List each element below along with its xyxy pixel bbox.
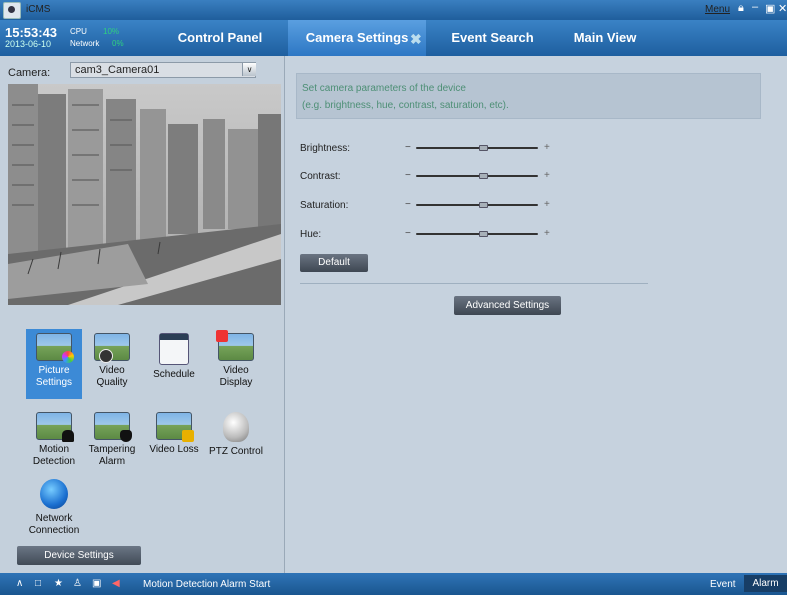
picture-settings-button[interactable]: Picture Settings	[26, 329, 82, 399]
network-value: 0%	[112, 39, 124, 48]
network-connection-label: Network Connection	[28, 513, 80, 536]
network-connection-button[interactable]: Network Connection	[26, 475, 82, 537]
slider-track[interactable]	[416, 204, 538, 206]
network-label: Network	[70, 39, 100, 48]
slider-plus-button[interactable]: +	[544, 142, 550, 153]
alarm-button[interactable]: Alarm	[744, 575, 787, 592]
speaker-icon[interactable]: ◀	[112, 578, 120, 589]
slider-plus-button[interactable]: +	[544, 228, 550, 239]
divider	[300, 283, 648, 284]
chevron-down-icon[interactable]: ∨	[242, 63, 256, 76]
video-quality-button[interactable]: Video Quality	[84, 329, 140, 389]
ptz-control-label: PTZ Control	[209, 446, 263, 457]
slider-label: Saturation:	[300, 200, 349, 211]
slider-label: Contrast:	[300, 171, 341, 182]
video-display-icon	[216, 330, 254, 361]
slider-track[interactable]	[416, 147, 538, 149]
tampering-alarm-button[interactable]: Tampering Alarm	[84, 408, 140, 468]
ptz-control-button[interactable]: PTZ Control	[208, 408, 264, 458]
title-bar	[0, 0, 787, 20]
camera-label: Camera:	[8, 67, 51, 79]
slider-thumb[interactable]	[479, 145, 488, 151]
restore-icon[interactable]: ▣	[765, 2, 775, 15]
slider-minus-button[interactable]: −	[405, 199, 411, 210]
close-icon[interactable]: ✕	[778, 2, 787, 15]
lock-icon[interactable]: 🔒︎	[738, 2, 744, 15]
slider-track[interactable]	[416, 233, 538, 235]
app-logo-icon	[3, 2, 21, 19]
pin-icon[interactable]: ★	[54, 578, 63, 589]
monitor-icon[interactable]: □	[35, 578, 41, 589]
camera-select[interactable]: cam3_Camera01	[70, 62, 256, 78]
status-message: Motion Detection Alarm Start	[143, 579, 271, 590]
menu-link[interactable]: Menu	[705, 4, 730, 15]
slider-minus-button[interactable]: −	[405, 142, 411, 153]
tampering-alarm-label: Tampering Alarm	[88, 444, 136, 467]
slider-thumb[interactable]	[479, 202, 488, 208]
video-display-button[interactable]: Video Display	[208, 329, 264, 389]
camera-preview	[8, 84, 281, 305]
video-loss-icon	[156, 412, 194, 442]
slider-track[interactable]	[416, 175, 538, 177]
clock-date: 2013-06-10	[5, 39, 52, 49]
video-quality-label: Video Quality	[96, 365, 128, 388]
slider-thumb[interactable]	[479, 231, 488, 237]
video-quality-icon	[94, 333, 130, 363]
slider-minus-button[interactable]: −	[405, 170, 411, 181]
default-button[interactable]: Default	[300, 254, 368, 272]
app-title: iCMS	[26, 4, 51, 15]
collapse-icon[interactable]: ∧	[16, 578, 23, 589]
video-loss-button[interactable]: Video Loss	[146, 408, 202, 456]
schedule-button[interactable]: Schedule	[146, 329, 202, 381]
camera-select-value: cam3_Camera01	[75, 64, 160, 76]
tab-event-search[interactable]: Event Search	[430, 20, 555, 56]
cpu-label: CPU	[70, 27, 87, 36]
screen-icon[interactable]: ▣	[92, 578, 101, 589]
user-icon[interactable]: ♙	[73, 578, 82, 589]
video-loss-label: Video Loss	[149, 444, 199, 455]
picture-settings-label: Picture Settings	[35, 365, 73, 388]
clock-time: 15:53:43	[5, 25, 58, 40]
picture-settings-icon	[36, 333, 74, 363]
tab-control-panel[interactable]: Control Panel	[160, 20, 280, 56]
slider-thumb[interactable]	[479, 173, 488, 179]
tab-close-icon[interactable]: ✖	[410, 32, 424, 46]
info-text-line1: Set camera parameters of the device	[302, 83, 466, 94]
cpu-value: 10%	[103, 27, 120, 36]
ptz-control-icon	[223, 412, 249, 442]
slider-plus-button[interactable]: +	[544, 170, 550, 181]
camera-preview-image	[8, 84, 281, 305]
motion-detection-label: Motion Detection	[32, 444, 76, 467]
motion-detection-button[interactable]: Motion Detection	[26, 408, 82, 468]
video-display-label: Video Display	[219, 365, 253, 388]
slider-label: Brightness:	[300, 143, 351, 154]
motion-detection-icon	[36, 412, 74, 442]
schedule-label: Schedule	[153, 369, 195, 380]
event-link[interactable]: Event	[710, 579, 736, 590]
schedule-icon	[159, 333, 189, 365]
device-settings-button[interactable]: Device Settings	[17, 546, 141, 565]
slider-plus-button[interactable]: +	[544, 199, 550, 210]
slider-minus-button[interactable]: −	[405, 228, 411, 239]
info-box	[296, 73, 761, 119]
tab-main-view[interactable]: Main View	[555, 20, 655, 56]
tampering-alarm-icon	[94, 412, 132, 442]
info-text-line2: (e.g. brightness, hue, contrast, saturat…	[302, 100, 509, 111]
slider-label: Hue:	[300, 229, 322, 240]
network-connection-icon	[40, 479, 68, 509]
advanced-settings-button[interactable]: Advanced Settings	[454, 296, 561, 315]
minimize-icon[interactable]: –	[752, 1, 758, 13]
tab-camera-settings[interactable]: Camera Settings	[288, 20, 426, 56]
